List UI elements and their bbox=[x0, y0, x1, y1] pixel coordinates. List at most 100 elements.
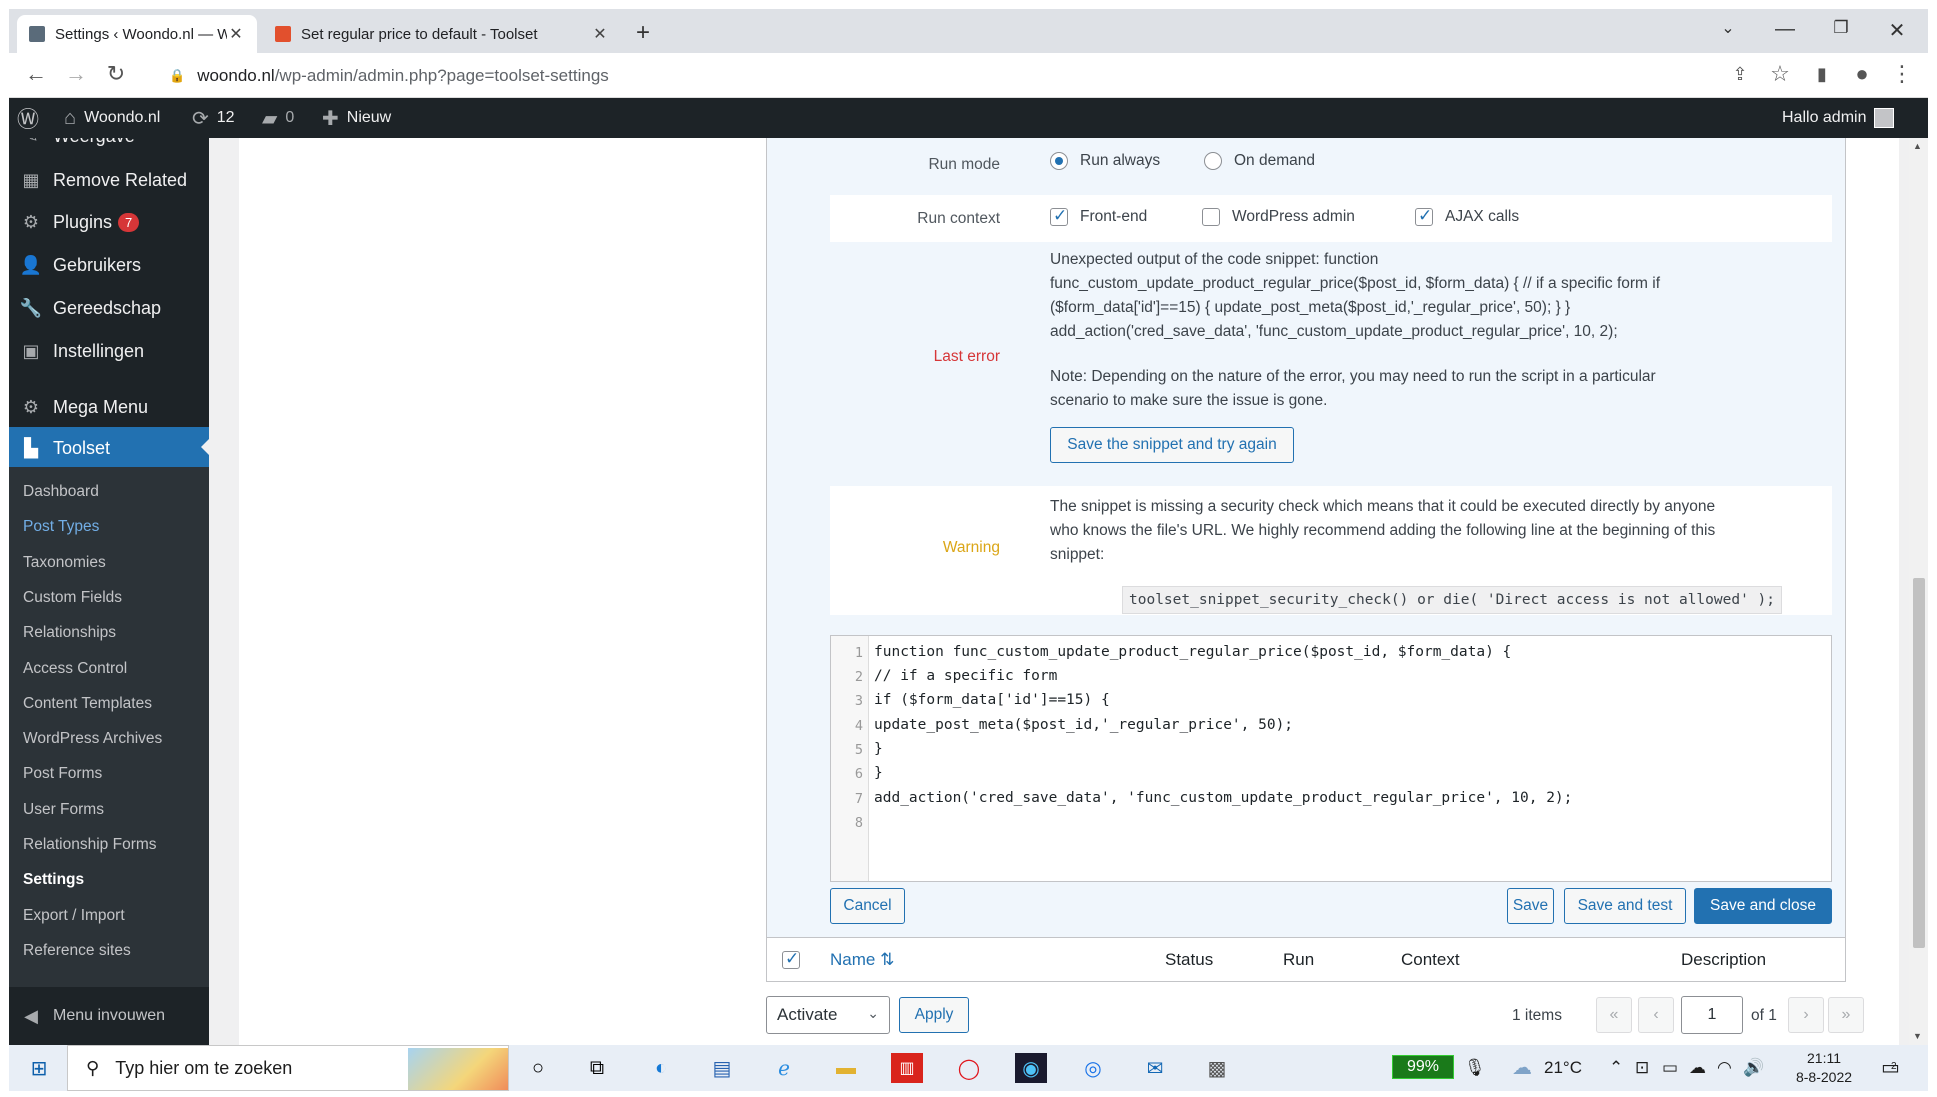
address-bar[interactable]: 🔒 woondo.nl/wp-admin/admin.php?page=tool… bbox=[149, 60, 1729, 92]
bookmark-star-icon[interactable]: ☆ bbox=[1767, 62, 1793, 86]
next-page-button[interactable]: › bbox=[1788, 997, 1824, 1033]
prev-page-button[interactable]: ‹ bbox=[1638, 997, 1674, 1033]
page-scrollbar[interactable]: ▲ ▼ bbox=[1909, 138, 1928, 1045]
scroll-down-icon[interactable]: ▼ bbox=[1913, 1031, 1922, 1041]
sidebar-item-gebruikers[interactable]: 👤 Gebruikers bbox=[9, 245, 209, 285]
sidebar-item-instellingen[interactable]: ▣ Instellingen bbox=[9, 331, 209, 371]
greeting: Hallo admin bbox=[1782, 109, 1867, 126]
sidebar-item-remove-related[interactable]: ▦ Remove Related bbox=[9, 160, 209, 200]
opera-icon[interactable]: ◯ bbox=[953, 1053, 985, 1083]
first-page-button[interactable]: « bbox=[1596, 997, 1632, 1033]
weather-cloud-icon[interactable]: ☁ bbox=[1512, 1055, 1532, 1080]
sidebar-item-gereedschap[interactable]: 🔧 Gereedschap bbox=[9, 288, 209, 328]
new-content-link[interactable]: ✚ Nieuw bbox=[322, 98, 391, 138]
minimize-icon[interactable]: — bbox=[1773, 18, 1797, 41]
submenu-reference-sites[interactable]: Reference sites bbox=[23, 942, 131, 960]
brush-icon: ✎ bbox=[19, 138, 43, 147]
my-account-link[interactable]: Hallo admin bbox=[1782, 98, 1895, 138]
ajax-calls-checkbox[interactable]: AJAX calls bbox=[1415, 206, 1519, 226]
tab-search-icon[interactable]: ⌄ bbox=[1716, 18, 1740, 38]
current-page-input[interactable]: 1 bbox=[1681, 996, 1743, 1034]
system-clock[interactable]: 21:11 8-8-2022 bbox=[1784, 1049, 1864, 1087]
submenu-relationships[interactable]: Relationships bbox=[23, 624, 116, 642]
front-end-checkbox[interactable]: Front-end bbox=[1050, 206, 1147, 226]
chevron-up-icon[interactable]: ⌃ bbox=[1609, 1058, 1623, 1078]
cancel-button[interactable]: Cancel bbox=[830, 888, 905, 924]
new-tab-button[interactable]: + bbox=[636, 21, 650, 45]
side-panel-icon[interactable]: ▮ bbox=[1809, 62, 1835, 86]
site-name-link[interactable]: ⌂ Woondo.nl bbox=[64, 98, 160, 138]
wifi-icon[interactable]: ◠ bbox=[1717, 1058, 1732, 1078]
sidebar-item-mega-menu[interactable]: ⚙ Mega Menu bbox=[9, 387, 209, 427]
wordpress-admin-checkbox[interactable]: WordPress admin bbox=[1202, 208, 1355, 226]
comments-link[interactable]: ▰ 0 bbox=[262, 98, 294, 138]
menu-dots-icon[interactable]: ⋮ bbox=[1889, 62, 1915, 86]
sidebar-item-toolset[interactable]: ▙ Toolset bbox=[9, 427, 209, 469]
submenu-taxonomies[interactable]: Taxonomies bbox=[23, 554, 106, 572]
collapse-menu-button[interactable]: ◀ Menu invouwen bbox=[9, 996, 209, 1036]
network-device-icon[interactable]: ⊡ bbox=[1635, 1058, 1649, 1078]
file-explorer-icon[interactable]: ▬ bbox=[830, 1053, 862, 1083]
apply-button[interactable]: Apply bbox=[899, 997, 969, 1033]
mic-icon[interactable]: 🎙 bbox=[1464, 1058, 1486, 1078]
scrollbar-thumb[interactable] bbox=[1913, 578, 1925, 948]
scroll-up-icon[interactable]: ▲ bbox=[1913, 141, 1922, 151]
bulk-action-select[interactable]: Activate ⌄ bbox=[766, 996, 890, 1034]
submenu-post-types[interactable]: Post Types bbox=[23, 518, 99, 536]
tab-toolset-support[interactable]: Set regular price to default - Toolset ✕ bbox=[263, 15, 621, 53]
on-demand-radio[interactable]: On demand bbox=[1204, 152, 1315, 170]
app-dark-icon[interactable]: ◉ bbox=[1015, 1053, 1047, 1083]
submenu-relationship-forms[interactable]: Relationship Forms bbox=[23, 836, 157, 854]
close-tab-icon[interactable]: ✕ bbox=[591, 24, 609, 44]
app-red-icon[interactable]: ▥ bbox=[891, 1053, 923, 1083]
code-editor[interactable]: 1 2 3 4 5 6 7 8 function func_custom_upd… bbox=[830, 635, 1832, 882]
outlook-icon[interactable]: ✉ bbox=[1139, 1053, 1171, 1083]
last-page-button[interactable]: » bbox=[1828, 997, 1864, 1033]
reload-icon[interactable]: ↻ bbox=[103, 62, 129, 86]
close-window-icon[interactable]: ✕ bbox=[1885, 18, 1909, 43]
temperature[interactable]: 21°C bbox=[1544, 1058, 1582, 1078]
run-always-radio[interactable]: Run always bbox=[1050, 152, 1160, 170]
sidebar-item-weergave[interactable]: ✎ Weergave bbox=[9, 138, 209, 156]
submenu-access-control[interactable]: Access Control bbox=[23, 660, 127, 678]
updates-link[interactable]: ⟳ 12 bbox=[192, 98, 235, 138]
save-and-close-button[interactable]: Save and close bbox=[1694, 888, 1832, 924]
app-gray-icon[interactable]: ▩ bbox=[1201, 1053, 1233, 1083]
submenu-custom-fields[interactable]: Custom Fields bbox=[23, 589, 122, 607]
save-and-test-button[interactable]: Save and test bbox=[1564, 888, 1686, 924]
submenu-settings[interactable]: Settings bbox=[23, 871, 84, 889]
restore-icon[interactable]: ❐ bbox=[1829, 18, 1853, 38]
submenu-user-forms[interactable]: User Forms bbox=[23, 801, 104, 819]
internet-explorer-icon[interactable]: ℯ bbox=[768, 1053, 800, 1083]
name-column-header[interactable]: Name ⇅ bbox=[830, 950, 894, 970]
submenu-post-forms[interactable]: Post Forms bbox=[23, 765, 102, 783]
onedrive-icon[interactable]: ☁ bbox=[1689, 1058, 1706, 1078]
battery-indicator[interactable]: 99% bbox=[1392, 1055, 1454, 1079]
sidebar-item-plugins[interactable]: ⚙ Plugins 7 bbox=[9, 202, 209, 242]
forward-icon[interactable]: → bbox=[63, 62, 89, 86]
profile-icon[interactable]: ● bbox=[1849, 62, 1875, 86]
chevron-down-icon: ⌄ bbox=[867, 1005, 879, 1021]
chrome-icon[interactable]: ◎ bbox=[1077, 1053, 1109, 1083]
submenu-wordpress-archives[interactable]: WordPress Archives bbox=[23, 730, 162, 748]
task-view-icon[interactable]: ⧉ bbox=[581, 1053, 613, 1083]
share-icon[interactable]: ⇪ bbox=[1727, 62, 1753, 86]
save-button[interactable]: Save bbox=[1507, 888, 1554, 924]
edge-icon[interactable]: ◐ bbox=[645, 1053, 677, 1083]
save-and-try-again-button[interactable]: Save the snippet and try again bbox=[1050, 427, 1294, 463]
store-icon[interactable]: ▤ bbox=[706, 1053, 738, 1083]
back-icon[interactable]: ← bbox=[23, 62, 49, 86]
close-tab-icon[interactable]: ✕ bbox=[227, 24, 245, 44]
cortana-icon[interactable]: ○ bbox=[522, 1053, 554, 1083]
select-all-checkbox[interactable] bbox=[782, 949, 800, 969]
taskbar-search-box[interactable]: ⚲ Typ hier om te zoeken bbox=[67, 1045, 509, 1091]
volume-icon[interactable]: 🔊 bbox=[1743, 1058, 1764, 1078]
wordpress-logo-icon[interactable]: Ⓦ bbox=[17, 98, 47, 138]
windows-start-icon[interactable]: ⊞ bbox=[23, 1053, 55, 1083]
submenu-dashboard[interactable]: Dashboard bbox=[23, 483, 99, 501]
submenu-content-templates[interactable]: Content Templates bbox=[23, 695, 152, 713]
submenu-export-import[interactable]: Export / Import bbox=[23, 907, 125, 925]
battery-icon[interactable]: ▭ bbox=[1662, 1058, 1678, 1078]
notifications-icon[interactable]: ▭ 2 bbox=[1881, 1055, 1900, 1080]
tab-settings[interactable]: Settings ‹ Woondo.nl — WordPress ✕ bbox=[17, 15, 257, 53]
